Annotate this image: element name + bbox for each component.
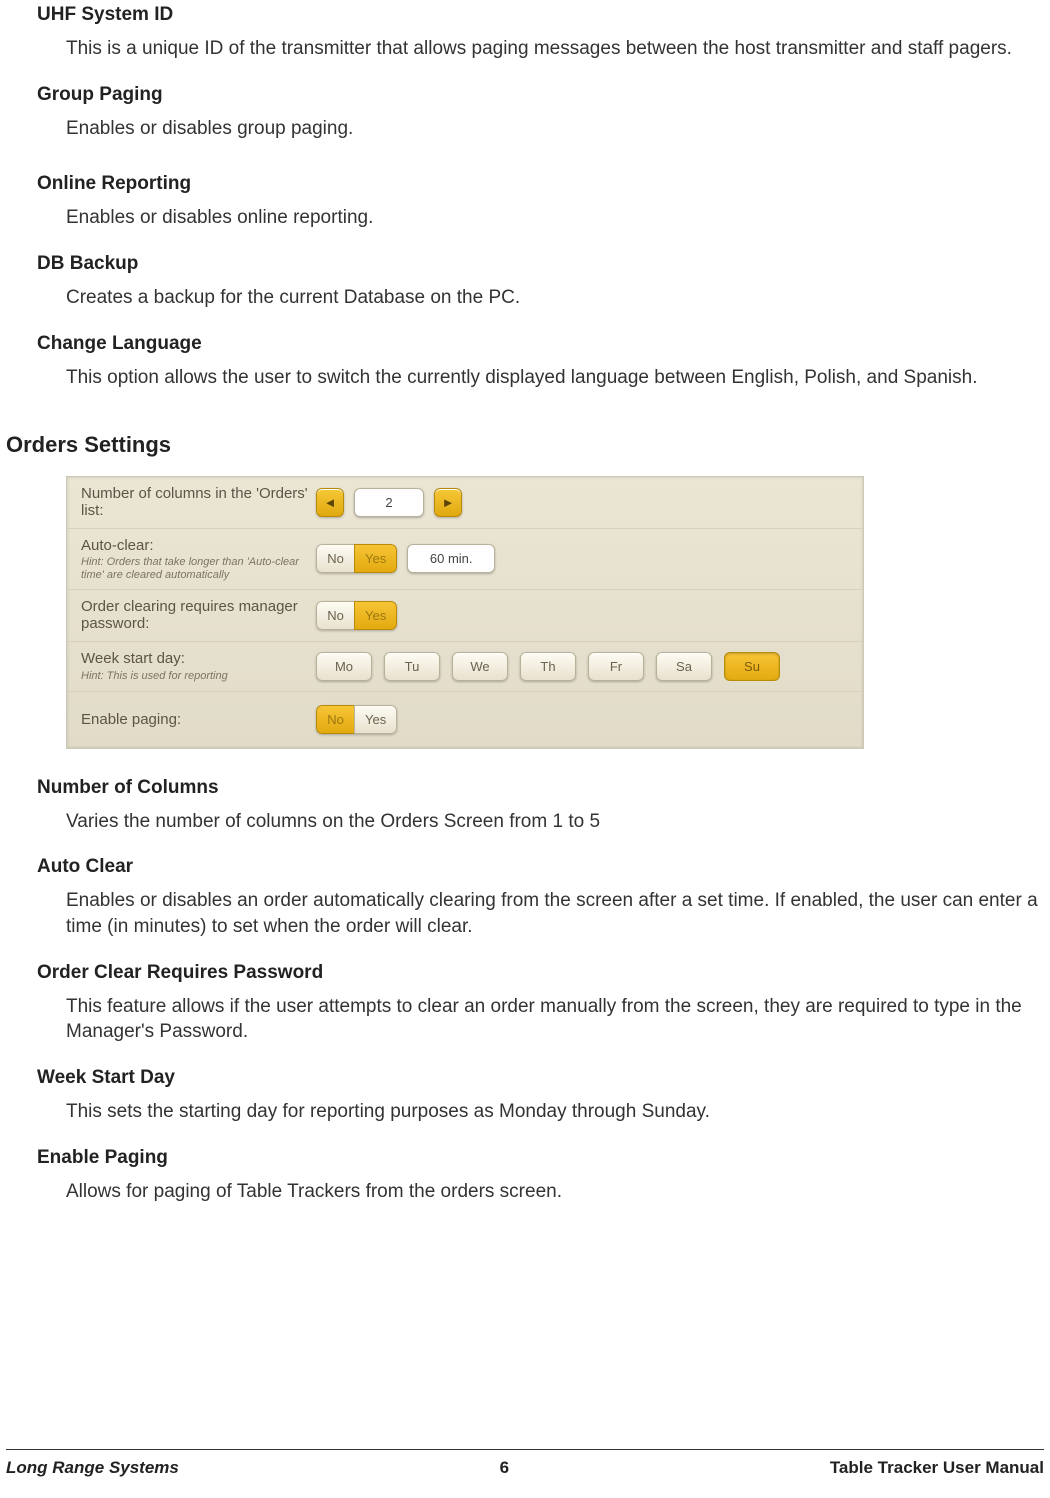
body-online-reporting: Enables or disables online reporting. xyxy=(66,205,1038,231)
orders-settings-panel: Number of columns in the 'Orders' list: … xyxy=(66,476,864,749)
heading-group-paging: Group Paging xyxy=(37,84,1050,106)
heading-orders-settings: Orders Settings xyxy=(6,432,1050,458)
footer-left: Long Range Systems xyxy=(6,1458,179,1478)
label-week-start-text: Week start day: xyxy=(81,650,185,667)
day-button-tu[interactable]: Tu xyxy=(384,652,440,681)
day-button-su[interactable]: Su xyxy=(724,652,780,681)
label-auto-clear-text: Auto-clear: xyxy=(81,537,154,554)
row-week-start: Week start day: Hint: This is used for r… xyxy=(67,642,863,692)
hint-week-start: Hint: This is used for reporting xyxy=(81,670,316,683)
label-auto-clear: Auto-clear: Hint: Orders that take longe… xyxy=(81,537,316,582)
row-auto-clear: Auto-clear: Hint: Orders that take longe… xyxy=(67,529,863,591)
body-week-start-day: This sets the starting day for reporting… xyxy=(66,1099,1038,1125)
body-enable-paging: Allows for paging of Table Trackers from… xyxy=(66,1179,1038,1205)
auto-clear-no[interactable]: No xyxy=(316,544,354,573)
body-uhf-system-id: This is a unique ID of the transmitter t… xyxy=(66,36,1038,62)
requires-password-toggle[interactable]: No Yes xyxy=(316,601,397,630)
heading-order-clear-password: Order Clear Requires Password xyxy=(37,962,1050,984)
footer-right: Table Tracker User Manual xyxy=(830,1458,1044,1478)
requires-password-no[interactable]: No xyxy=(316,601,354,630)
body-change-language: This option allows the user to switch th… xyxy=(66,365,1038,391)
hint-auto-clear: Hint: Orders that take longer than 'Auto… xyxy=(81,556,316,581)
label-number-of-columns: Number of columns in the 'Orders' list: xyxy=(81,485,316,520)
heading-number-of-columns: Number of Columns xyxy=(37,777,1050,799)
page-footer: Long Range Systems 6 Table Tracker User … xyxy=(6,1449,1044,1478)
day-button-fr[interactable]: Fr xyxy=(588,652,644,681)
heading-uhf-system-id: UHF System ID xyxy=(37,4,1050,26)
body-group-paging: Enables or disables group paging. xyxy=(66,116,1038,142)
day-button-th[interactable]: Th xyxy=(520,652,576,681)
day-button-we[interactable]: We xyxy=(452,652,508,681)
heading-change-language: Change Language xyxy=(37,333,1050,355)
columns-value-display[interactable]: 2 xyxy=(354,488,424,517)
label-week-start: Week start day: Hint: This is used for r… xyxy=(81,650,316,682)
enable-paging-no[interactable]: No xyxy=(316,705,354,734)
day-button-mo[interactable]: Mo xyxy=(316,652,372,681)
heading-online-reporting: Online Reporting xyxy=(37,173,1050,195)
enable-paging-yes[interactable]: Yes xyxy=(354,705,397,734)
day-button-sa[interactable]: Sa xyxy=(656,652,712,681)
label-requires-password: Order clearing requires manager password… xyxy=(81,598,316,633)
row-number-of-columns: Number of columns in the 'Orders' list: … xyxy=(67,477,863,529)
auto-clear-toggle[interactable]: No Yes xyxy=(316,544,397,573)
auto-clear-yes[interactable]: Yes xyxy=(354,544,397,573)
row-requires-password: Order clearing requires manager password… xyxy=(67,590,863,642)
footer-page-number: 6 xyxy=(500,1458,509,1478)
body-number-of-columns: Varies the number of columns on the Orde… xyxy=(66,809,1038,835)
body-db-backup: Creates a backup for the current Databas… xyxy=(66,285,1038,311)
heading-week-start-day: Week Start Day xyxy=(37,1067,1050,1089)
auto-clear-minutes-input[interactable]: 60 min. xyxy=(407,544,495,573)
heading-db-backup: DB Backup xyxy=(37,253,1050,275)
heading-enable-paging: Enable Paging xyxy=(37,1147,1050,1169)
columns-decrement-button[interactable]: ◄ xyxy=(316,488,344,517)
requires-password-yes[interactable]: Yes xyxy=(354,601,397,630)
heading-auto-clear: Auto Clear xyxy=(37,856,1050,878)
enable-paging-toggle[interactable]: No Yes xyxy=(316,705,397,734)
body-auto-clear: Enables or disables an order automatical… xyxy=(66,888,1038,939)
row-enable-paging: Enable paging: No Yes xyxy=(67,692,863,748)
label-enable-paging: Enable paging: xyxy=(81,711,316,728)
body-order-clear-password: This feature allows if the user attempts… xyxy=(66,994,1038,1045)
columns-increment-button[interactable]: ► xyxy=(434,488,462,517)
